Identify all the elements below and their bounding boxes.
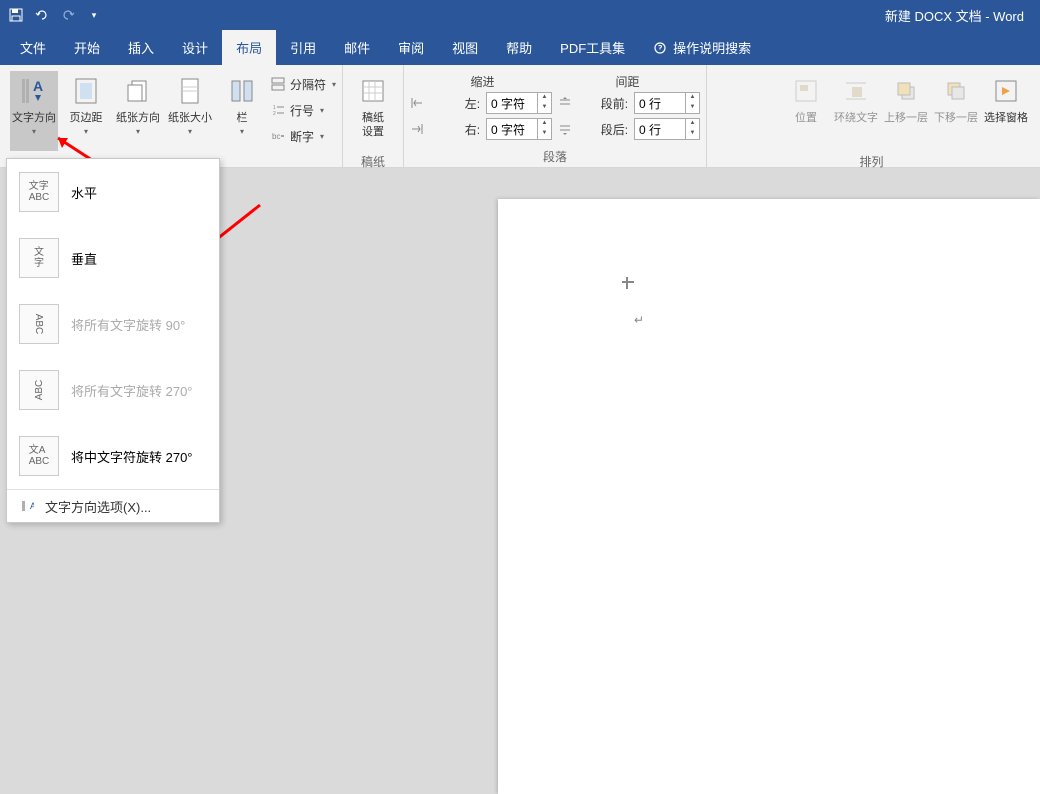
dd-vertical[interactable]: 文 字 垂直 (7, 225, 219, 291)
dd-rotate-cjk-270[interactable]: 文A ABC 将中文字符旋转 270° (7, 423, 219, 489)
size-button[interactable]: 纸张大小 ▾ (166, 71, 214, 151)
dd-rotate-270: ABC 将所有文字旋转 270° (7, 357, 219, 423)
svg-text:A: A (30, 501, 34, 511)
hyphenation-icon: bc (270, 128, 286, 144)
redo-icon[interactable] (60, 7, 76, 23)
spacing-after-spinner[interactable]: ▲▼ (634, 118, 700, 140)
dd-horizontal[interactable]: 文字 ABC 水平 (7, 159, 219, 225)
selection-pane-button[interactable]: 选择窗格 (982, 71, 1030, 151)
indent-right-spinner[interactable]: ▲▼ (486, 118, 552, 140)
indent-left-input[interactable] (487, 96, 537, 110)
group-arrange: 位置 环绕文字 上移一层 下移一层 选择窗格 排列 (707, 65, 1036, 167)
rotate-cjk-icon: 文A ABC (19, 436, 59, 476)
spacing-after-input[interactable] (635, 122, 685, 136)
group-manuscript-label: 稿纸 (349, 151, 397, 172)
line-numbers-icon: 12 (270, 102, 286, 118)
horizontal-icon: 文字 ABC (19, 172, 59, 212)
dd-options[interactable]: A 文字方向选项(X)... (7, 490, 219, 522)
line-numbers-button[interactable]: 12 行号 ▾ (270, 99, 336, 121)
text-direction-dropdown: 文字 ABC 水平 文 字 垂直 ABC 将所有文字旋转 90° ABC 将所有… (6, 158, 220, 523)
ribbon-tabs: 文件 开始 插入 设计 布局 引用 邮件 审阅 视图 帮助 PDF工具集 操作说… (0, 30, 1040, 65)
spacing-header: 间距 (555, 73, 700, 90)
chevron-down-icon: ▾ (188, 127, 192, 136)
title-bar: ▾ 新建 DOCX 文档 - Word (0, 0, 1040, 30)
tab-layout[interactable]: 布局 (222, 30, 276, 65)
ribbon-content: A 文字方向 ▾ 页边距 ▾ 纸张方向 ▾ 纸张大小 ▾ 栏 (0, 65, 1040, 168)
group-paragraph-label: 段落 (410, 146, 700, 167)
tab-design[interactable]: 设计 (168, 30, 222, 65)
chevron-down-icon: ▾ (32, 127, 36, 136)
svg-text:2: 2 (273, 111, 276, 117)
manuscript-button[interactable]: 稿纸设置 (349, 71, 397, 151)
vertical-icon: 文 字 (19, 238, 59, 278)
tell-me-label: 操作说明搜索 (673, 38, 751, 57)
rotate-90-icon: ABC (19, 304, 59, 344)
undo-icon[interactable] (34, 7, 50, 23)
tab-pdf[interactable]: PDF工具集 (546, 30, 639, 65)
spinner-up-icon[interactable]: ▲ (537, 119, 551, 129)
spinner-down-icon[interactable]: ▼ (685, 103, 699, 113)
spacing-after-icon (558, 122, 572, 136)
document-page[interactable]: ↵ (498, 199, 1040, 794)
paragraph-mark: ↵ (634, 313, 644, 327)
spinner-up-icon[interactable]: ▲ (685, 119, 699, 129)
position-button[interactable]: 位置 (782, 71, 830, 151)
tab-insert[interactable]: 插入 (114, 30, 168, 65)
group-page-setup: A 文字方向 ▾ 页边距 ▾ 纸张方向 ▾ 纸张大小 ▾ 栏 (4, 65, 343, 167)
indent-right-label: 右: (430, 121, 480, 138)
tab-review[interactable]: 审阅 (384, 30, 438, 65)
window-title: 新建 DOCX 文档 - Word (885, 6, 1024, 25)
tab-view[interactable]: 视图 (438, 30, 492, 65)
svg-text:A: A (33, 78, 43, 94)
indent-left-label: 左: (430, 95, 480, 112)
spacing-after-label: 段后: (578, 121, 628, 138)
margins-button[interactable]: 页边距 ▾ (62, 71, 110, 151)
wrap-text-button[interactable]: 环绕文字 (832, 71, 880, 151)
breaks-button[interactable]: 分隔符 ▾ (270, 73, 336, 95)
indent-left-icon (410, 96, 424, 110)
dd-rotate-90: ABC 将所有文字旋转 90° (7, 291, 219, 357)
qat-customize-icon[interactable]: ▾ (86, 7, 102, 23)
indent-right-input[interactable] (487, 122, 537, 136)
text-direction-button[interactable]: A 文字方向 ▾ (10, 71, 58, 151)
spacing-before-label: 段前: (578, 95, 628, 112)
indent-left-spinner[interactable]: ▲▼ (486, 92, 552, 114)
spacing-before-spinner[interactable]: ▲▼ (634, 92, 700, 114)
tab-help[interactable]: 帮助 (492, 30, 546, 65)
spinner-up-icon[interactable]: ▲ (537, 93, 551, 103)
tab-home[interactable]: 开始 (60, 30, 114, 65)
group-arrange-label: 排列 (713, 151, 1030, 172)
chevron-down-icon: ▾ (240, 127, 244, 136)
spinner-down-icon[interactable]: ▼ (537, 129, 551, 139)
indent-header: 缩进 (410, 73, 555, 90)
send-backward-button[interactable]: 下移一层 (932, 71, 980, 151)
rotate-270-icon: ABC (19, 370, 59, 410)
spacing-before-icon (558, 96, 572, 110)
group-paragraph: 缩进 间距 左: ▲▼ 段前: ▲▼ (404, 65, 707, 167)
tab-file[interactable]: 文件 (6, 30, 60, 65)
save-icon[interactable] (8, 7, 24, 23)
breaks-icon (270, 76, 286, 92)
spinner-down-icon[interactable]: ▼ (685, 129, 699, 139)
svg-text:bc: bc (272, 132, 280, 141)
tell-me-search[interactable]: 操作说明搜索 (639, 30, 765, 65)
spinner-up-icon[interactable]: ▲ (685, 93, 699, 103)
chevron-down-icon: ▾ (136, 127, 140, 136)
spinner-down-icon[interactable]: ▼ (537, 103, 551, 113)
indent-right-icon (410, 122, 424, 136)
options-icon: A (19, 498, 35, 514)
bring-forward-button[interactable]: 上移一层 (882, 71, 930, 151)
columns-button[interactable]: 栏 ▾ (218, 71, 266, 151)
hyphenation-button[interactable]: bc 断字 ▾ (270, 125, 336, 147)
tab-references[interactable]: 引用 (276, 30, 330, 65)
tab-mailings[interactable]: 邮件 (330, 30, 384, 65)
orientation-button[interactable]: 纸张方向 ▾ (114, 71, 162, 151)
chevron-down-icon: ▾ (84, 127, 88, 136)
spacing-before-input[interactable] (635, 96, 685, 110)
group-manuscript: 稿纸设置 稿纸 (343, 65, 404, 167)
